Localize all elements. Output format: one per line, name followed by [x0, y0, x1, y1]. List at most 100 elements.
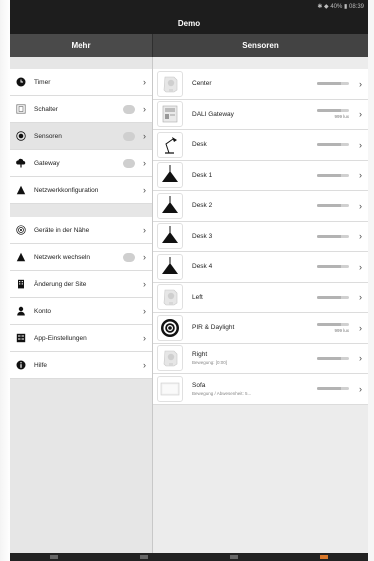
sensor-device-icon [157, 70, 183, 97]
window-left-edge [0, 0, 10, 561]
sensor-text: Desk 3 [192, 233, 317, 240]
chevron-right-icon: › [359, 139, 362, 150]
sensor-level [317, 204, 349, 208]
level-bar [317, 143, 349, 147]
clock-icon [16, 77, 26, 87]
app-window: ✱ ◆ 40% ▮ 08:39 Demo Mehr Sensoren Timer… [10, 0, 368, 561]
menu-item-label: Sensoren [34, 132, 62, 140]
sensor-level [317, 387, 349, 391]
sensor-text: Left [192, 294, 317, 301]
menu-item-konto[interactable]: Konto › [10, 298, 152, 325]
level-bar-fill [317, 173, 341, 177]
sensor-text: Right Bewegung: [0:00] [192, 351, 317, 365]
menu-item-app-einstellungen[interactable]: App-Einstellungen › [10, 325, 152, 352]
sensor-name: DALI Gateway [192, 110, 234, 118]
sensor-row[interactable]: DALI Gateway 999 lux › [153, 99, 368, 130]
sensor-level [317, 295, 349, 299]
app-title: Demo [10, 14, 368, 34]
chevron-right-icon: › [143, 333, 146, 343]
chevron-right-icon: › [143, 158, 146, 168]
count-badge [123, 131, 135, 141]
level-bar [317, 265, 349, 269]
sensor-row[interactable]: Right Bewegung: [0:00] › [153, 343, 368, 374]
level-bar-fill [317, 109, 341, 113]
sensor-name: Desk 3 [192, 232, 213, 240]
menu-item-netzwerk-wechseln[interactable]: Netzwerk wechseln › [10, 244, 152, 271]
chevron-right-icon: › [143, 131, 146, 141]
column-headers: Mehr Sensoren [10, 34, 368, 57]
menu-group-secondary: Geräte in der Nähe › Netzwerk wechseln › Änd… [10, 217, 152, 379]
menu-item-hilfe[interactable]: Hilfe › [10, 352, 152, 379]
chevron-right-icon: › [359, 322, 362, 333]
sensor-row[interactable]: Desk 2 › [153, 191, 368, 222]
level-bar-fill [317, 143, 341, 147]
sensor-row[interactable]: Desk 4 › [153, 252, 368, 283]
sensor-name: Sofa [192, 381, 206, 389]
sensor-row[interactable]: Desk 1 › [153, 160, 368, 191]
menu-item-label: Änderung der Site [34, 280, 87, 288]
left-column-header: Mehr [10, 34, 153, 57]
info-icon [16, 360, 26, 370]
menu-item-netzwerkkonfiguration[interactable]: Netzwerkkonfiguration › [10, 177, 152, 204]
sofa-panel-icon [157, 375, 183, 402]
sensor-name: Desk [192, 141, 207, 149]
sensor-text: Desk [192, 141, 317, 148]
menu-item-geräte-in-der-nähe[interactable]: Geräte in der Nähe › [10, 217, 152, 244]
building-icon [16, 279, 26, 289]
count-badge [123, 252, 135, 262]
cloud-gateway-icon [16, 158, 26, 168]
menu-item-änderung-der-site[interactable]: Änderung der Site › [10, 271, 152, 298]
desk-lamp-icon [157, 131, 183, 158]
count-badge [123, 158, 135, 168]
level-bar-fill [317, 82, 341, 86]
count-badge [123, 104, 135, 114]
chevron-right-icon: › [143, 279, 146, 289]
menu-item-sensoren[interactable]: Sensoren › [10, 123, 152, 150]
sensor-level [317, 356, 349, 360]
nav-tab-1[interactable] [50, 555, 58, 559]
sensor-text: DALI Gateway [192, 111, 317, 118]
sensor-text: Center [192, 80, 317, 87]
sensor-row[interactable]: PIR & Daylight 999 lux › [153, 313, 368, 344]
sensor-row[interactable]: Left › [153, 282, 368, 313]
level-bar [317, 204, 349, 208]
menu-item-label: Netzwerkkonfiguration [34, 186, 99, 194]
chevron-right-icon: › [359, 170, 362, 181]
sensor-status: Bewegung: [0:00] [192, 360, 228, 366]
sensor-name: Left [192, 293, 203, 301]
sensor-list-panel: Center › DALI Gateway 999 lux › Desk › Desk 1 › D… [153, 57, 368, 553]
menu-spacer [10, 204, 152, 217]
level-bar-fill [317, 322, 341, 326]
level-bar [317, 173, 349, 177]
chevron-right-icon: › [143, 77, 146, 87]
level-bar [317, 234, 349, 238]
menu-item-label: Hilfe [34, 361, 48, 369]
menu-item-gateway[interactable]: Gateway › [10, 150, 152, 177]
right-column-header: Sensoren [153, 34, 368, 57]
sensor-name: Desk 2 [192, 202, 213, 210]
sensor-row[interactable]: Sofa Bewegung / Abwesenheit: 5... › [153, 374, 368, 405]
level-bar-fill [317, 204, 341, 208]
nav-tab-2[interactable] [140, 555, 148, 559]
level-bar-fill [317, 295, 341, 299]
menu-item-timer[interactable]: Timer › [10, 69, 152, 96]
sensor-row[interactable]: Desk › [153, 130, 368, 161]
nav-tab-3[interactable] [230, 555, 238, 559]
sensor-name: Desk 1 [192, 171, 213, 179]
sensor-level [317, 265, 349, 269]
sensor-text: PIR & Daylight [192, 324, 317, 331]
sensor-row[interactable]: Center › [153, 69, 368, 100]
person-icon [16, 306, 26, 316]
level-bar [317, 322, 349, 326]
sensor-row[interactable]: Desk 3 › [153, 221, 368, 252]
menu-item-schalter[interactable]: Schalter › [10, 96, 152, 123]
nav-tab-4[interactable] [320, 555, 328, 559]
level-bar-fill [317, 234, 341, 238]
settings-grid-icon [16, 333, 26, 343]
lux-reading: 999 lux [334, 114, 349, 120]
chevron-right-icon: › [359, 353, 362, 364]
sensor-level: 999 lux [317, 109, 349, 119]
sensor-name: Center [192, 80, 212, 88]
menu-item-label: Schalter [34, 105, 58, 113]
sensor-device-icon [157, 345, 183, 372]
